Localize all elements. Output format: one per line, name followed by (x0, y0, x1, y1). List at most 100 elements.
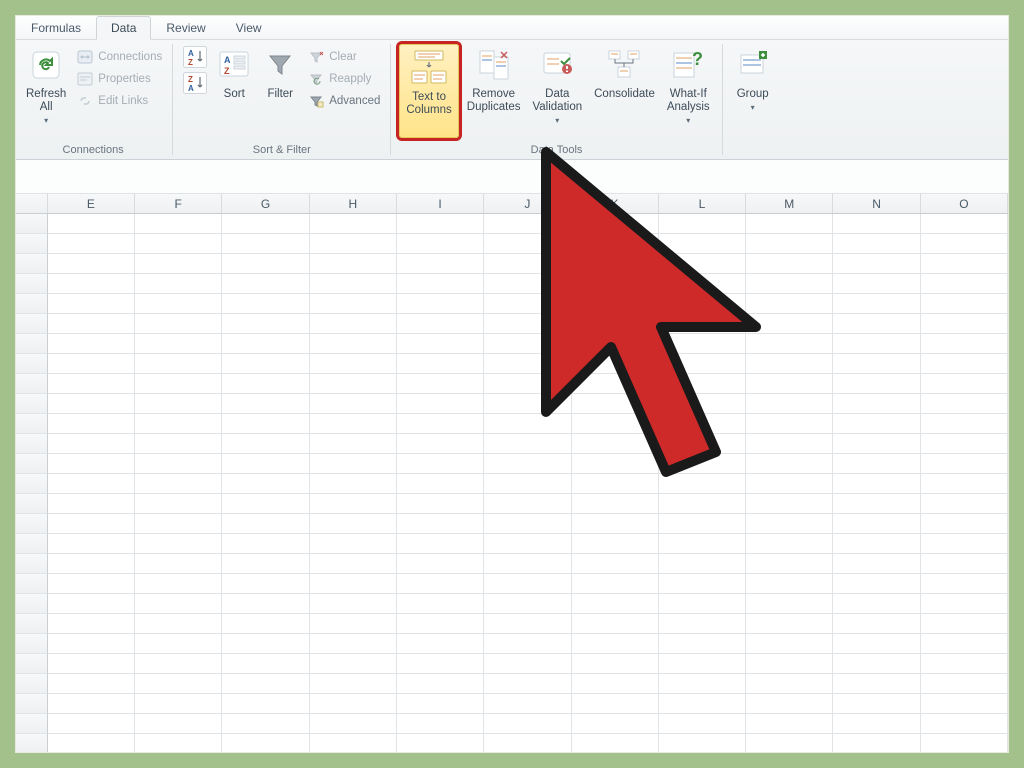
row-header[interactable] (16, 674, 48, 694)
cell[interactable] (921, 574, 1008, 594)
cell[interactable] (921, 674, 1008, 694)
cell[interactable] (484, 454, 571, 474)
cell[interactable] (135, 514, 222, 534)
row-header[interactable] (16, 734, 48, 752)
cell[interactable] (397, 274, 484, 294)
cell[interactable] (484, 634, 571, 654)
edit-links-button[interactable]: Edit Links (72, 90, 166, 112)
cell[interactable] (833, 274, 920, 294)
cell[interactable] (484, 574, 571, 594)
refresh-all-button[interactable]: Refresh All ▾ (20, 42, 72, 136)
cell[interactable] (310, 614, 397, 634)
cell[interactable] (484, 674, 571, 694)
cell[interactable] (48, 354, 135, 374)
cell[interactable] (746, 394, 833, 414)
cell[interactable] (746, 714, 833, 734)
cell[interactable] (397, 414, 484, 434)
cell[interactable] (135, 614, 222, 634)
cell[interactable] (746, 414, 833, 434)
cell[interactable] (397, 614, 484, 634)
consolidate-button[interactable]: Consolidate (588, 42, 661, 136)
cell[interactable] (222, 334, 309, 354)
row-header[interactable] (16, 714, 48, 734)
cell[interactable] (222, 234, 309, 254)
cell[interactable] (48, 634, 135, 654)
cell[interactable] (135, 474, 222, 494)
cell[interactable] (135, 414, 222, 434)
cell[interactable] (921, 314, 1008, 334)
cell[interactable] (135, 634, 222, 654)
cell[interactable] (310, 674, 397, 694)
row-header[interactable] (16, 574, 48, 594)
cell[interactable] (484, 254, 571, 274)
sort-button[interactable]: A Z Sort (211, 42, 257, 136)
cell[interactable] (572, 674, 659, 694)
cell[interactable] (572, 714, 659, 734)
row-header[interactable] (16, 394, 48, 414)
cell[interactable] (921, 334, 1008, 354)
cell[interactable] (310, 554, 397, 574)
cell[interactable] (135, 394, 222, 414)
cell[interactable] (310, 734, 397, 752)
row-header[interactable] (16, 254, 48, 274)
cell[interactable] (572, 474, 659, 494)
cell[interactable] (310, 434, 397, 454)
cell[interactable] (310, 214, 397, 234)
cell[interactable] (833, 374, 920, 394)
cell[interactable] (572, 574, 659, 594)
cell[interactable] (48, 274, 135, 294)
cell[interactable] (921, 654, 1008, 674)
cell[interactable] (135, 694, 222, 714)
cell[interactable] (572, 214, 659, 234)
cell[interactable] (921, 274, 1008, 294)
cell[interactable] (222, 574, 309, 594)
cell[interactable] (921, 554, 1008, 574)
cell[interactable] (921, 214, 1008, 234)
cell[interactable] (746, 334, 833, 354)
column-header[interactable]: N (833, 194, 920, 213)
cell[interactable] (572, 374, 659, 394)
cell[interactable] (135, 534, 222, 554)
cell[interactable] (222, 714, 309, 734)
cell[interactable] (135, 714, 222, 734)
cell[interactable] (833, 454, 920, 474)
cell[interactable] (484, 334, 571, 354)
cell[interactable] (48, 334, 135, 354)
cell[interactable] (921, 474, 1008, 494)
cell[interactable] (222, 734, 309, 752)
row-header[interactable] (16, 614, 48, 634)
tab-view[interactable]: View (221, 16, 277, 39)
cell[interactable] (659, 714, 746, 734)
cell[interactable] (921, 514, 1008, 534)
cell[interactable] (746, 594, 833, 614)
cell[interactable] (397, 534, 484, 554)
cell[interactable] (659, 514, 746, 534)
cell[interactable] (484, 314, 571, 334)
cell[interactable] (222, 634, 309, 654)
cell[interactable] (310, 574, 397, 594)
row-header[interactable] (16, 554, 48, 574)
cell[interactable] (135, 294, 222, 314)
column-header[interactable]: O (921, 194, 1008, 213)
cell[interactable] (572, 494, 659, 514)
cell[interactable] (397, 634, 484, 654)
cell[interactable] (48, 574, 135, 594)
cell[interactable] (310, 254, 397, 274)
cell[interactable] (135, 334, 222, 354)
cell[interactable] (659, 654, 746, 674)
cell[interactable] (572, 434, 659, 454)
cell[interactable] (222, 354, 309, 374)
cell[interactable] (484, 294, 571, 314)
cell[interactable] (833, 594, 920, 614)
cell[interactable] (222, 594, 309, 614)
group-button[interactable]: Group ▾ (729, 42, 777, 136)
cell[interactable] (135, 674, 222, 694)
cell[interactable] (833, 474, 920, 494)
column-header[interactable]: J (484, 194, 571, 213)
cell[interactable] (397, 514, 484, 534)
cell[interactable] (397, 314, 484, 334)
column-header[interactable]: H (310, 194, 397, 213)
cell[interactable] (659, 434, 746, 454)
cell[interactable] (746, 274, 833, 294)
column-header[interactable]: G (222, 194, 309, 213)
